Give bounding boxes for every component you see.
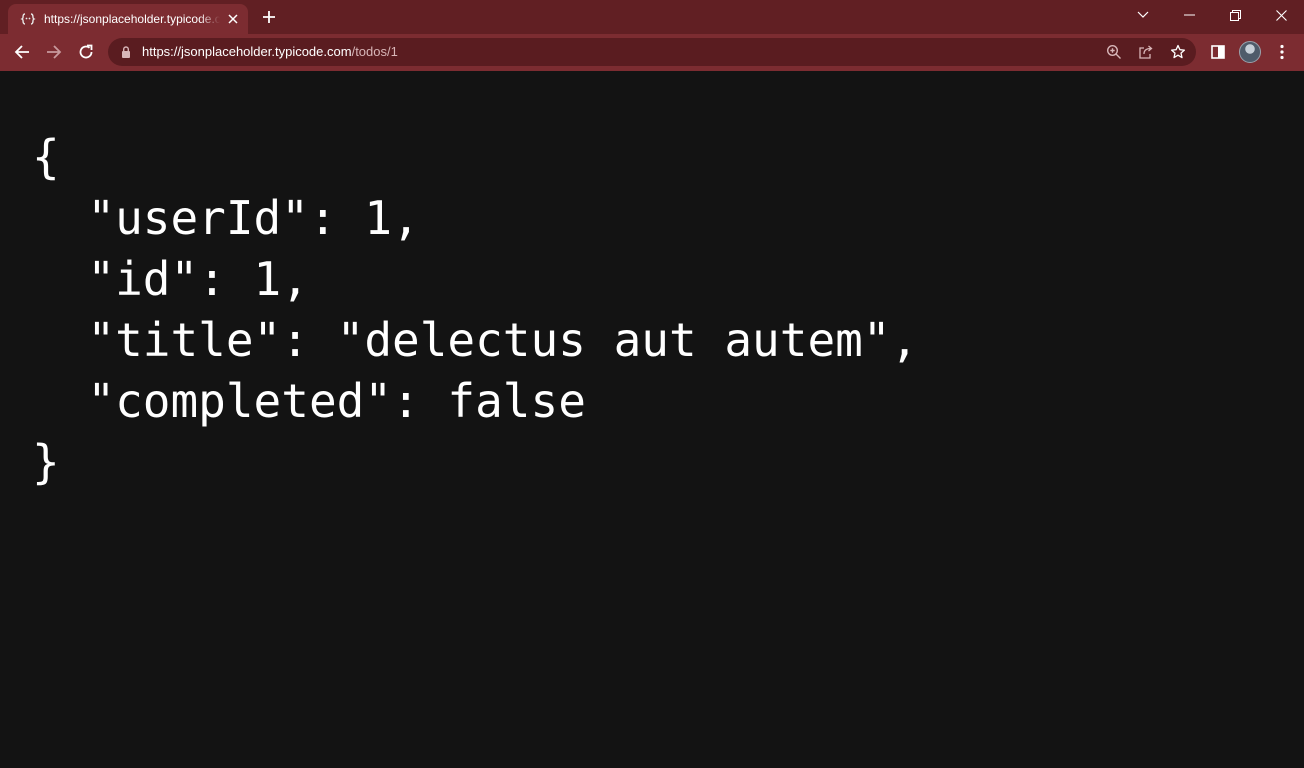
window-close-button[interactable]	[1258, 0, 1304, 30]
tab-title: https://jsonplaceholder.typicode.com/tod…	[44, 12, 220, 26]
tab-search-button[interactable]	[1120, 0, 1166, 30]
side-panel-button[interactable]	[1204, 38, 1232, 66]
menu-button[interactable]	[1268, 38, 1296, 66]
toolbar: https://jsonplaceholder.typicode.com/tod…	[0, 34, 1304, 71]
jsonplaceholder-favicon-icon	[20, 11, 36, 27]
json-line-id: "id": 1,	[32, 252, 309, 306]
tab-strip: https://jsonplaceholder.typicode.com/tod…	[0, 0, 1304, 34]
json-line-userid: "userId": 1,	[32, 191, 420, 245]
star-icon[interactable]	[1168, 42, 1188, 62]
back-button[interactable]	[8, 38, 36, 66]
share-icon[interactable]	[1136, 42, 1156, 62]
url-text[interactable]: https://jsonplaceholder.typicode.com/tod…	[142, 44, 398, 60]
side-panel-icon	[1211, 45, 1225, 59]
kebab-menu-icon	[1280, 44, 1284, 60]
reload-button[interactable]	[72, 38, 100, 66]
chevron-down-icon	[1137, 11, 1149, 18]
lock-icon[interactable]	[119, 45, 133, 59]
plus-icon	[263, 11, 275, 23]
url-path: /todos/1	[351, 44, 398, 59]
close-icon	[1275, 9, 1287, 21]
restore-button[interactable]	[1212, 0, 1258, 30]
back-icon	[14, 45, 29, 59]
url-host: https://jsonplaceholder.typicode.com	[142, 44, 352, 59]
restore-icon	[1229, 9, 1241, 21]
new-tab-button[interactable]	[257, 5, 281, 29]
zoom-icon[interactable]	[1104, 42, 1124, 62]
active-tab[interactable]: https://jsonplaceholder.typicode.com/tod…	[8, 4, 248, 34]
tab-close-icon[interactable]	[224, 10, 242, 28]
json-body: { "userId": 1, "id": 1, "title": "delect…	[32, 127, 918, 493]
address-bar[interactable]: https://jsonplaceholder.typicode.com/tod…	[108, 38, 1196, 66]
minimize-button[interactable]	[1166, 0, 1212, 30]
json-close-brace: }	[32, 435, 60, 489]
json-line-completed: "completed": false	[32, 374, 586, 428]
json-line-title: "title": "delectus aut autem",	[32, 313, 919, 367]
page-content: { "userId": 1, "id": 1, "title": "delect…	[0, 71, 1304, 768]
browser-chrome: https://jsonplaceholder.typicode.com/tod…	[0, 0, 1304, 71]
json-open-brace: {	[32, 130, 60, 184]
reload-icon	[79, 44, 93, 59]
forward-icon	[47, 45, 62, 59]
avatar	[1239, 41, 1261, 63]
forward-button[interactable]	[40, 38, 68, 66]
profile-button[interactable]	[1236, 38, 1264, 66]
minimize-icon	[1183, 14, 1195, 16]
